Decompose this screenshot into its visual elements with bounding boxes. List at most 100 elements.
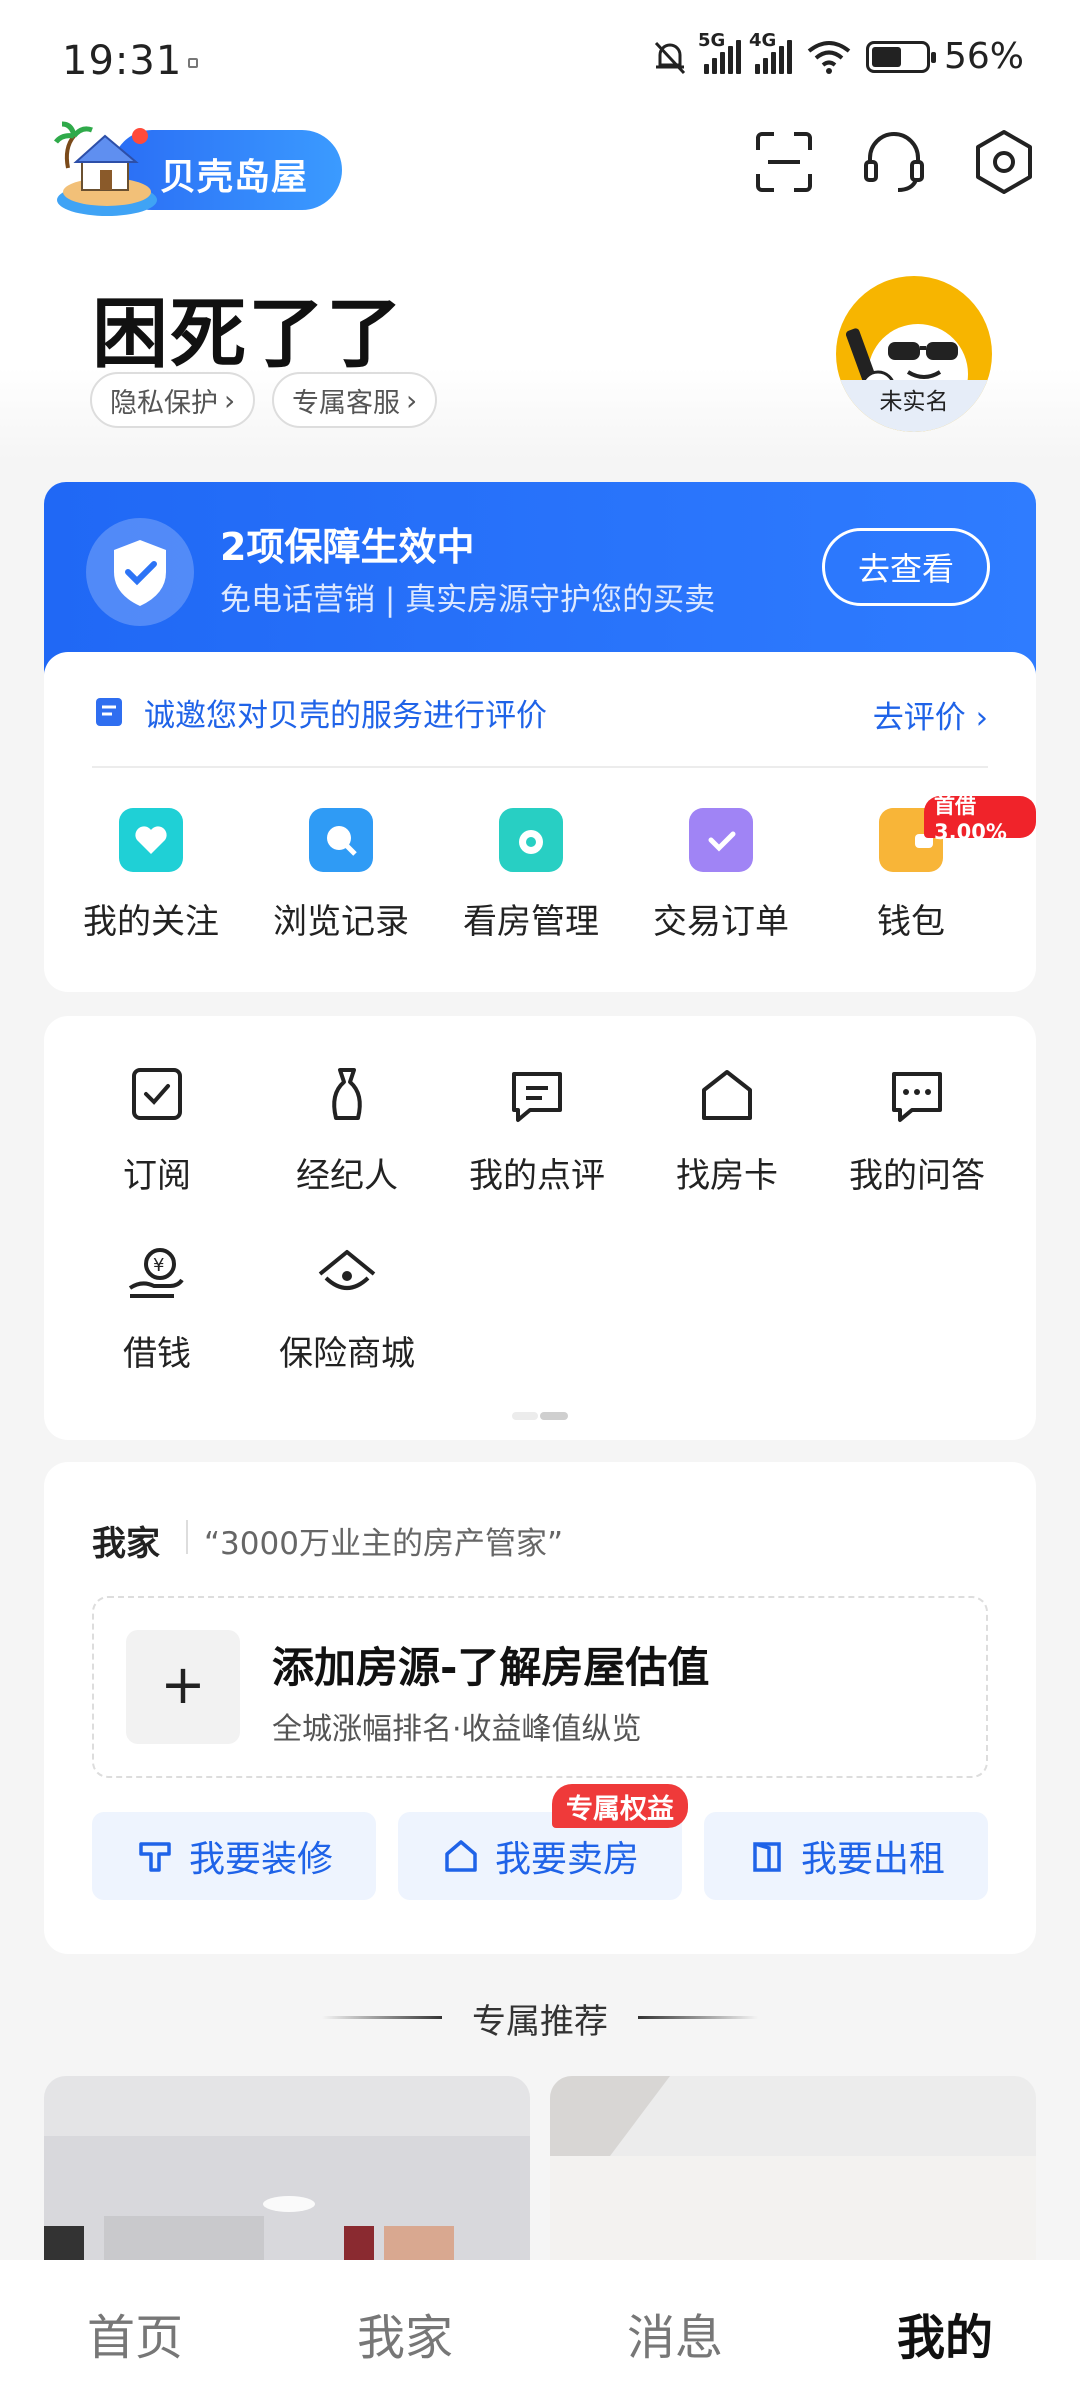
headset-icon[interactable] xyxy=(856,124,932,200)
qa-icon xyxy=(892,1072,942,1122)
door-icon xyxy=(753,1842,781,1872)
tool-my-reviews[interactable]: 我的点评 xyxy=(442,1060,632,1197)
tool-label: 我的问答 xyxy=(849,1156,985,1196)
banner-title: 2项保障生效中 xyxy=(220,525,475,569)
recommend-title: 专属推荐 xyxy=(472,2002,608,2042)
house-icon xyxy=(445,1840,477,1872)
tool-label: 借钱 xyxy=(123,1334,191,1374)
renovate-button[interactable]: 我要装修 xyxy=(92,1812,376,1900)
status-indicators: 5G 4G 56% xyxy=(650,30,1024,77)
wifi-icon xyxy=(807,40,851,74)
rent-out-button[interactable]: 我要出租 xyxy=(704,1812,988,1900)
bottom-nav: 首页 我家 消息 我的 xyxy=(0,2260,1080,2400)
document-edit-icon xyxy=(96,698,122,726)
grid-item-history[interactable]: 浏览记录 xyxy=(246,802,436,943)
scan-icon[interactable] xyxy=(746,124,822,200)
nav-mine[interactable]: 我的 xyxy=(810,2260,1080,2400)
eye-icon xyxy=(499,808,563,872)
divider xyxy=(186,1520,188,1554)
chip-label: 隐私保护 xyxy=(110,387,218,419)
status-time: 19:31 xyxy=(62,38,183,84)
rating-invite-row[interactable]: 诚邀您对贝壳的服务进行评价 去评价 › xyxy=(92,688,988,736)
tool-agent[interactable]: 经纪人 xyxy=(252,1060,442,1197)
services-card: 诚邀您对贝壳的服务进行评价 去评价 › 我的关注 浏览记录 看房管理 交易订单 … xyxy=(44,652,1036,992)
tool-house-card[interactable]: 找房卡 xyxy=(632,1060,822,1197)
tool-label: 找房卡 xyxy=(676,1156,778,1196)
shield-check-icon xyxy=(114,540,166,606)
nav-messages[interactable]: 消息 xyxy=(540,2260,810,2400)
mute-bell-icon xyxy=(654,41,686,74)
shield-circle xyxy=(86,518,194,626)
action-label: 我要卖房 xyxy=(494,1839,639,1880)
brush-icon xyxy=(139,1842,171,1872)
island-house-icon xyxy=(54,121,157,216)
net-label-1: 5G xyxy=(697,29,726,51)
chevron-right-icon: › xyxy=(224,383,236,417)
logo-text: 贝壳岛屋 xyxy=(160,157,309,198)
tool-label: 经纪人 xyxy=(296,1156,398,1196)
grid-item-follow[interactable]: 我的关注 xyxy=(56,802,246,943)
tool-label: 我的点评 xyxy=(469,1156,605,1196)
main-grid: 我的关注 浏览记录 看房管理 交易订单 钱包 xyxy=(44,802,1036,943)
house-card-icon xyxy=(702,1070,752,1120)
my-home-card: 我家 “3000万业主的房产管家” + 添加房源-了解房屋估值 全城涨幅排名·收… xyxy=(44,1462,1036,1954)
divider xyxy=(92,766,988,768)
heart-icon xyxy=(119,808,183,872)
action-label: 我要出租 xyxy=(800,1839,945,1880)
nav-home[interactable]: 首页 xyxy=(0,2260,270,2400)
svg-text:¥: ¥ xyxy=(153,1255,164,1276)
notification-dot-icon xyxy=(188,58,198,68)
tool-subscribe[interactable]: 订阅 xyxy=(62,1060,252,1197)
battery-percent: 56% xyxy=(943,36,1024,77)
rate-link-label: 去评价 xyxy=(872,700,966,736)
grid-label: 交易订单 xyxy=(653,902,789,942)
exclusive-benefit-tag: 专属权益 xyxy=(552,1784,688,1828)
user-name: 困死了了 xyxy=(92,289,404,378)
grid-label: 我的关注 xyxy=(83,902,219,942)
tool-qa[interactable]: 我的问答 xyxy=(822,1060,1012,1197)
subscribe-icon xyxy=(132,1068,182,1120)
rate-link[interactable]: 去评价 › xyxy=(873,692,988,737)
chevron-right-icon: › xyxy=(406,383,418,417)
beike-island-logo[interactable]: 贝壳岛屋 xyxy=(52,118,342,220)
rating-invite-text: 诚邀您对贝壳的服务进行评价 xyxy=(144,697,547,734)
avatar[interactable]: 未实名 xyxy=(836,276,992,432)
grid-label: 看房管理 xyxy=(463,902,599,942)
page-indicator xyxy=(512,1412,568,1420)
chip-label: 专属客服 xyxy=(292,387,400,419)
banner-subtitle: 免电话营销 | 真实房源守护您的买卖 xyxy=(220,582,716,618)
grid-label: 钱包 xyxy=(877,902,945,942)
exclusive-service-chip[interactable]: 专属客服 › xyxy=(272,372,438,428)
tool-label: 订阅 xyxy=(123,1156,191,1196)
add-property-subtitle: 全城涨幅排名·收益峰值纵览 xyxy=(272,1712,642,1747)
add-property-title: 添加房源-了解房屋估值 xyxy=(272,1643,710,1692)
privacy-protection-chip[interactable]: 隐私保护 › xyxy=(90,372,256,428)
my-home-title: 我家 xyxy=(92,1524,160,1564)
nav-my-home[interactable]: 我家 xyxy=(270,2260,540,2400)
tool-loan[interactable]: ¥ 借钱 xyxy=(62,1238,252,1375)
tool-insurance[interactable]: 保险商城 xyxy=(252,1238,442,1375)
loan-icon: ¥ xyxy=(128,1248,184,1298)
grid-item-viewing[interactable]: 看房管理 xyxy=(436,802,626,943)
signal-4g-icon: 4G xyxy=(749,30,792,74)
view-protection-button[interactable]: 去查看 xyxy=(822,528,990,606)
verification-status-tag: 未实名 xyxy=(836,380,992,432)
battery-level xyxy=(871,46,902,67)
search-icon xyxy=(309,808,373,872)
settings-icon[interactable] xyxy=(966,124,1042,200)
comment-icon xyxy=(512,1072,562,1122)
status-bar: 19:31 5G 4G 56% xyxy=(0,0,1080,120)
clipboard-check-icon xyxy=(689,808,753,872)
grid-label: 浏览记录 xyxy=(273,902,409,942)
grid-item-orders[interactable]: 交易订单 xyxy=(626,802,816,943)
plus-icon: + xyxy=(126,1630,240,1744)
battery-icon xyxy=(865,40,936,73)
insurance-icon xyxy=(318,1250,376,1290)
signal-5g-icon: 5G xyxy=(698,30,741,74)
net-label-2: 4G xyxy=(748,29,777,51)
wallet-promo-badge: 首借3.00% xyxy=(924,794,1036,844)
divider xyxy=(638,2016,758,2019)
add-property-box[interactable]: + 添加房源-了解房屋估值 全城涨幅排名·收益峰值纵览 xyxy=(92,1596,988,1778)
tool-label: 保险商城 xyxy=(279,1334,415,1374)
tools-card: 订阅 经纪人 我的点评 找房卡 我的问答 ¥ 借钱 保险商城 xyxy=(44,1016,1036,1440)
